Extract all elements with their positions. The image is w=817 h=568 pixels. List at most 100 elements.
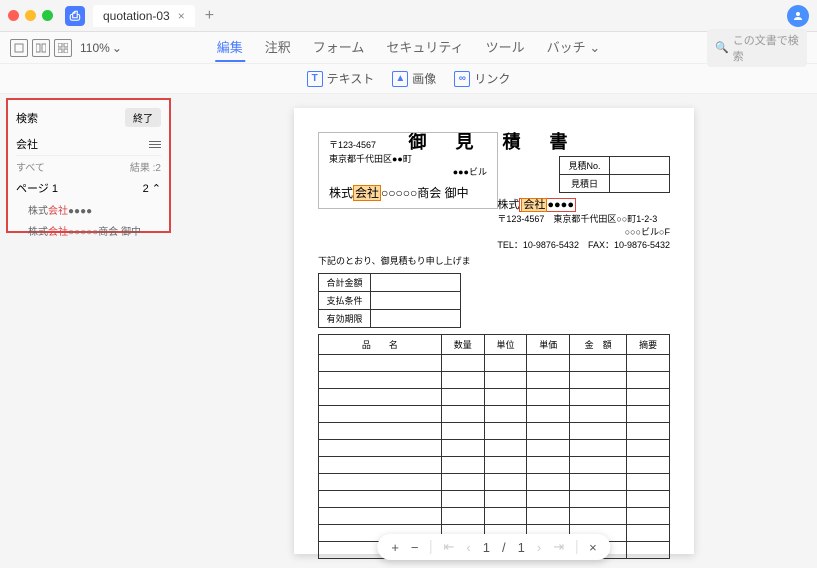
tab-annotate[interactable]: 注釈 [263, 33, 293, 62]
recipient-address: 東京都千代田区●●町 [329, 153, 487, 167]
tab-edit[interactable]: 編集 [215, 33, 245, 62]
zoom-dropdown[interactable]: 110% ⌄ [80, 41, 122, 55]
link-tool-button[interactable]: ∞リンク [454, 70, 510, 87]
add-tab-button[interactable]: + [205, 7, 214, 25]
summary-table: 合計金額 支払条件 有効期限 [318, 273, 461, 328]
zoom-value: 110% [80, 41, 110, 55]
link-icon: ∞ [454, 71, 470, 87]
recipient-building: ●●●ビル [329, 166, 487, 180]
toolbar-primary: 110% ⌄ 編集 注釈 フォーム セキュリティ ツール バッチ ⌄ 🔍 この文… [0, 32, 817, 64]
app-icon: ⎙ [65, 6, 85, 26]
current-page[interactable]: 1 [483, 540, 490, 555]
valid-label: 有効期限 [319, 310, 371, 328]
table-row [319, 372, 670, 389]
search-highlight: 会社 [521, 198, 547, 212]
menu-icon[interactable] [149, 141, 161, 148]
recipient-postal: 〒123-4567 [329, 139, 487, 153]
search-highlight: 会社 [353, 185, 381, 201]
payment-label: 支払条件 [319, 292, 371, 310]
search-term: 会社 [16, 136, 38, 152]
sender-name: 株式会社●●●● [497, 198, 670, 213]
chevron-down-icon: ⌄ [589, 40, 600, 55]
col-name: 品 名 [319, 335, 442, 355]
window-controls [8, 10, 53, 21]
page-label: ページ 1 [16, 180, 58, 196]
recipient-name: 株式会社○○○○○商会 御中 [329, 184, 487, 202]
search-icon: 🔍 [715, 41, 729, 54]
toolbar-secondary: Tテキスト ▲画像 ∞リンク [0, 64, 817, 94]
search-panel-title: 検索 [16, 110, 38, 126]
last-page-button[interactable]: ⇥ [553, 539, 564, 555]
col-amount: 金 額 [570, 335, 627, 355]
document-tab[interactable]: quotation-03 × [93, 5, 195, 27]
quote-date-label: 見積日 [560, 175, 610, 193]
page-navigation: + − ⇤ ‹ 1 / 1 › ⇥ × [377, 534, 610, 560]
image-icon: ▲ [392, 71, 408, 87]
table-row [319, 389, 670, 406]
main-tabs: 編集 注釈 フォーム セキュリティ ツール バッチ ⌄ [215, 33, 602, 62]
document-viewport[interactable]: ↗ ↗ 〒123-4567 東京都千代田区●●町 ●●●ビル 株式会社○○○○○… [171, 94, 817, 568]
page-sep: / [502, 540, 506, 555]
table-row [319, 457, 670, 474]
quote-date-value [610, 175, 670, 193]
quote-no-label: 見積No. [560, 157, 610, 175]
search-result-item[interactable]: 株式会社○○○○○商会 御中 [16, 220, 161, 241]
table-row [319, 491, 670, 508]
col-unit: 単位 [484, 335, 527, 355]
table-row [319, 440, 670, 457]
recipient-box: 〒123-4567 東京都千代田区●●町 ●●●ビル 株式会社○○○○○商会 御… [318, 132, 498, 209]
zoom-out-button[interactable]: − [411, 540, 419, 555]
search-placeholder: この文書で検索 [733, 32, 799, 64]
single-page-icon[interactable] [10, 39, 28, 57]
close-tab-icon[interactable]: × [178, 9, 185, 23]
thumbnail-icon[interactable] [54, 39, 72, 57]
first-page-button[interactable]: ⇤ [444, 539, 455, 555]
col-remarks: 摘要 [627, 335, 670, 355]
two-page-icon[interactable] [32, 39, 50, 57]
quotation-info-table: 見積No. 見積日 [559, 156, 670, 193]
document-page: 〒123-4567 東京都千代田区●●町 ●●●ビル 株式会社○○○○○商会 御… [294, 108, 694, 554]
chevron-down-icon: ⌄ [112, 41, 122, 55]
user-avatar-icon[interactable] [787, 5, 809, 27]
col-qty: 数量 [441, 335, 484, 355]
titlebar: ⎙ quotation-03 × + [0, 0, 817, 32]
search-result-item[interactable]: 株式会社●●●● [16, 199, 161, 220]
tab-label: quotation-03 [103, 9, 170, 23]
text-icon: T [307, 71, 323, 87]
item-table: 品 名 数量 単位 単価 金 額 摘要 [318, 334, 670, 559]
text-tool-button[interactable]: Tテキスト [307, 70, 375, 87]
col-price: 単価 [527, 335, 570, 355]
tab-batch[interactable]: バッチ ⌄ [545, 33, 603, 62]
sender-building: ○○○ビル○F [497, 226, 670, 239]
tab-tool[interactable]: ツール [484, 33, 527, 62]
document-search-input[interactable]: 🔍 この文書で検索 [707, 29, 807, 67]
total-label: 合計金額 [319, 274, 371, 292]
sender-address: 〒123-4567 東京都千代田区○○町1-2-3 [497, 213, 670, 226]
close-nav-button[interactable]: × [589, 540, 597, 555]
next-page-button[interactable]: › [537, 540, 541, 555]
sender-block: 株式会社●●●● 〒123-4567 東京都千代田区○○町1-2-3 ○○○ビル… [497, 198, 670, 251]
table-row [319, 406, 670, 423]
page-result-count: 2 [143, 183, 149, 195]
total-pages: 1 [518, 540, 525, 555]
table-row [319, 508, 670, 525]
view-mode-group [10, 39, 72, 57]
maximize-window-button[interactable] [42, 10, 53, 21]
end-search-button[interactable]: 終了 [125, 108, 161, 127]
zoom-in-button[interactable]: + [391, 540, 399, 555]
image-tool-button[interactable]: ▲画像 [392, 70, 436, 87]
sender-tel: TEL：10-9876-5432 FAX：10-9876-5432 [497, 239, 670, 252]
quote-no-value [610, 157, 670, 175]
table-row [319, 355, 670, 372]
prev-page-button[interactable]: ‹ [466, 540, 470, 555]
chevron-up-icon[interactable]: ⌃ [152, 183, 161, 195]
all-label: すべて [16, 159, 45, 174]
tab-form[interactable]: フォーム [311, 33, 367, 62]
close-window-button[interactable] [8, 10, 19, 21]
minimize-window-button[interactable] [25, 10, 36, 21]
result-count: 結果 :2 [130, 159, 161, 174]
quotation-note: 下記のとおり、御見積もり申し上げま [318, 254, 670, 267]
tab-security[interactable]: セキュリティ [384, 33, 465, 62]
table-row [319, 423, 670, 440]
table-row [319, 474, 670, 491]
